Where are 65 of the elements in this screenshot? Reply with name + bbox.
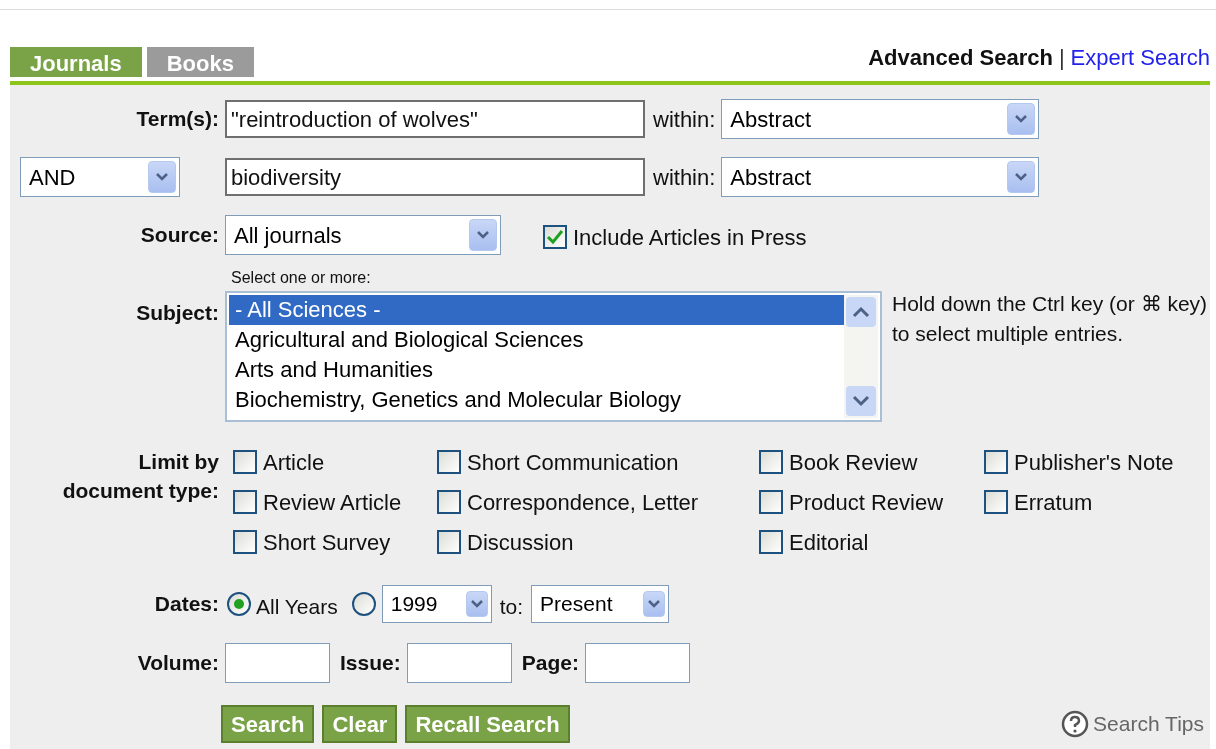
subject-option[interactable]: - All Sciences -	[229, 295, 844, 325]
to-label: to:	[499, 594, 524, 621]
separator: |	[1058, 44, 1065, 72]
checkbox-label: Erratum	[1014, 488, 1093, 517]
search-tips-link[interactable]: Search Tips	[1093, 708, 1204, 740]
year-select[interactable]: 1999	[381, 585, 492, 623]
checkbox[interactable]	[233, 450, 257, 474]
checkbox[interactable]	[233, 530, 257, 554]
checkbox[interactable]	[984, 490, 1008, 514]
checkbox-label: Review Article	[263, 488, 402, 517]
checkbox-label: Correspondence, Letter	[467, 488, 699, 517]
scroll-up-icon[interactable]	[844, 295, 878, 329]
text-input[interactable]	[225, 643, 330, 683]
checkbox-label: Book Review	[789, 448, 918, 477]
scroll-down-icon[interactable]	[844, 384, 878, 418]
subject-label: Subject:	[136, 300, 219, 326]
subject-hint: Select one or more:	[231, 269, 371, 286]
checkbox-label: Publisher's Note	[1014, 448, 1174, 477]
field-select[interactable]: Abstract	[721, 99, 1040, 139]
terms-label: Term(s):	[136, 106, 219, 133]
document-type-label: document type:	[62, 478, 219, 504]
source-select[interactable]: All journals	[225, 215, 501, 255]
checkbox-label: Include Articles in Press	[573, 223, 807, 252]
year-select[interactable]: Present	[531, 585, 670, 623]
checkbox[interactable]	[984, 450, 1008, 474]
subject-help-text: Hold down the Ctrl key (or ⌘ key) to select multiple entries.	[892, 291, 1209, 347]
text-input[interactable]	[584, 643, 690, 683]
radio-button[interactable]	[351, 592, 376, 616]
dates-label: Dates:	[154, 591, 219, 618]
term-input[interactable]: "reintroduction of wolves"	[225, 100, 645, 138]
field-label: Volume:	[137, 650, 219, 677]
operator-select[interactable]: AND	[20, 157, 180, 197]
subject-option[interactable]: Agricultural and Biological Sciences	[229, 325, 844, 355]
checkbox-label: Editorial	[789, 528, 869, 557]
checkbox[interactable]	[437, 530, 461, 554]
checkbox[interactable]	[759, 490, 783, 514]
within-label: within:	[653, 163, 716, 192]
checkbox[interactable]	[437, 490, 461, 514]
checkbox[interactable]	[233, 490, 257, 514]
checkbox-label: Discussion	[467, 528, 574, 557]
source-label: Source:	[140, 222, 219, 249]
checkbox[interactable]	[543, 225, 567, 249]
help-icon[interactable]	[1061, 710, 1090, 738]
field-label: Page:	[521, 650, 579, 677]
subject-option[interactable]: Arts and Humanities	[229, 355, 844, 385]
document-type-label: Limit by	[138, 449, 219, 475]
radio-button[interactable]	[227, 592, 251, 616]
text-input[interactable]	[406, 643, 512, 683]
field-select[interactable]: Abstract	[721, 157, 1040, 197]
term-input[interactable]: biodiversity	[225, 158, 645, 196]
within-label: within:	[653, 105, 716, 134]
checkbox[interactable]	[759, 530, 783, 554]
current-search-mode: Advanced Search	[868, 44, 1053, 72]
checkbox[interactable]	[759, 450, 783, 474]
checkbox-label: Article	[263, 448, 325, 477]
checkbox[interactable]	[437, 450, 461, 474]
subject-listbox[interactable]: - All Sciences - Agricultural and Biological Sciences Arts and Humanities Biochemistry, Genetics and Molecular Biology	[225, 291, 882, 422]
subject-option[interactable]: Biochemistry, Genetics and Molecular Biology	[229, 385, 844, 415]
checkbox-label: Product Review	[789, 488, 944, 517]
scrollbar[interactable]	[844, 295, 878, 418]
checkbox-label: Short Survey	[263, 528, 391, 557]
radio-label: All Years	[256, 594, 338, 621]
field-label: Issue:	[340, 650, 401, 677]
checkbox-label: Short Communication	[467, 448, 679, 477]
expert-search-link[interactable]: Expert Search	[1070, 41, 1210, 74]
